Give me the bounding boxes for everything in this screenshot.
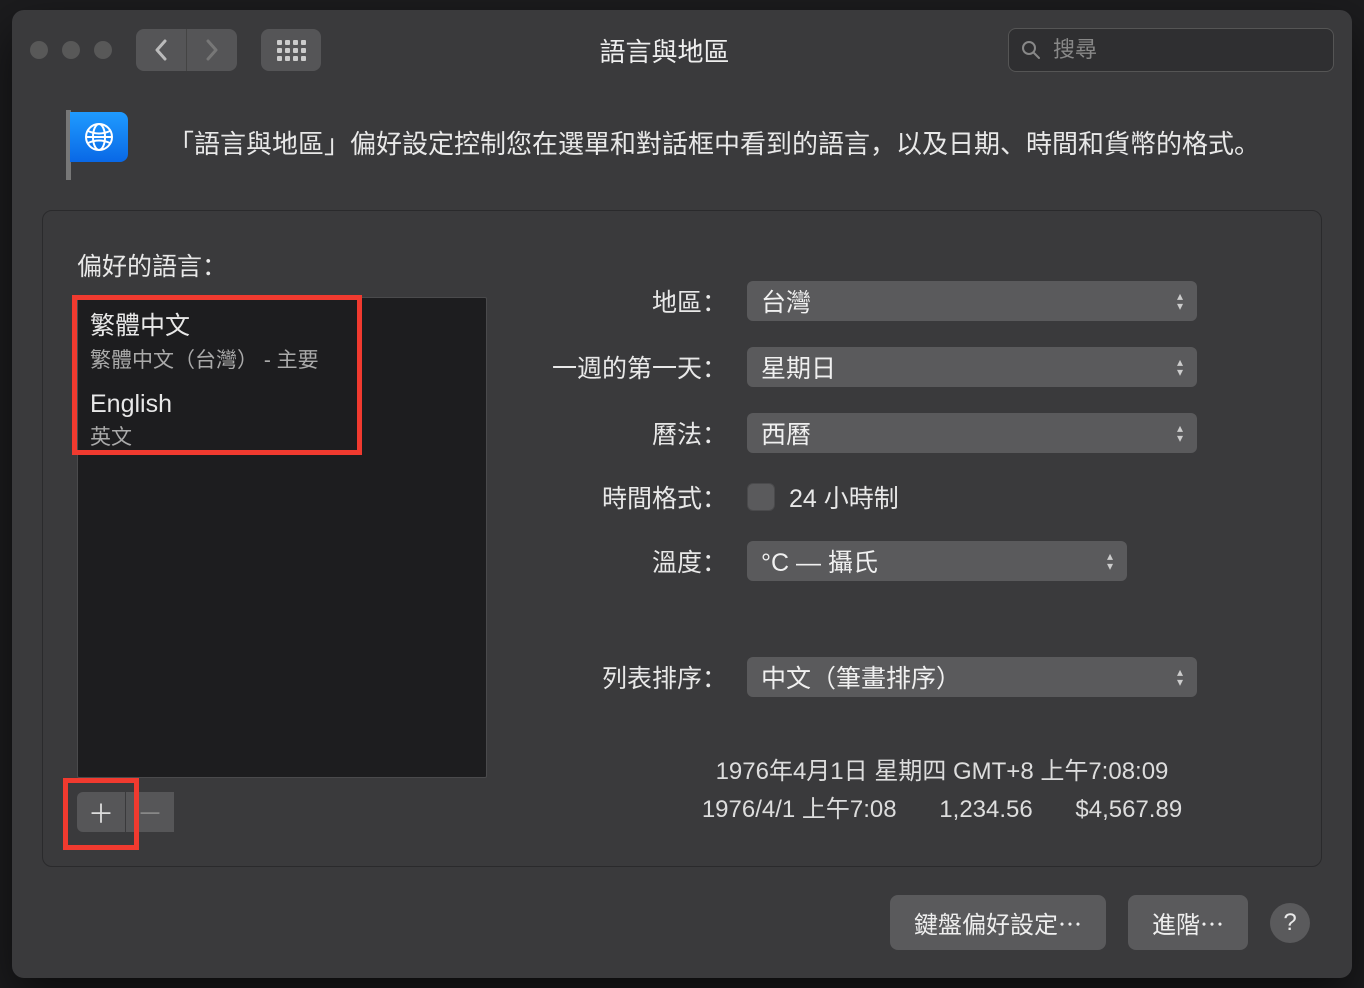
calendar-value: 西曆 — [761, 415, 811, 451]
list-sort-label: 列表排序： — [527, 659, 727, 695]
footer: 鍵盤偏好設定⋯ 進階⋯ ? — [12, 877, 1352, 978]
sample-date-short: 1976/4/1 上午7:08 — [702, 796, 897, 823]
add-language-button[interactable]: ＋ — [77, 792, 126, 832]
region-icon — [60, 110, 140, 180]
intro-text: 「語言與地區」偏好設定控制您在選單和對話框中看到的語言，以及日期、時間和貨幣的格… — [168, 124, 1260, 166]
minus-icon: － — [137, 794, 163, 831]
preferred-languages-section: 偏好的語言： 繁體中文 繁體中文（台灣） - 主要 English 英文 ＋ － — [77, 241, 487, 832]
preferred-languages-label: 偏好的語言： — [77, 247, 487, 283]
preferences-window: 語言與地區 「語言與地區」偏好設定控制您在選單和對話框中看到的語言，以及日期、時… — [12, 10, 1352, 978]
sample-line-1: 1976年4月1日 星期四 GMT+8 上午7:08:09 — [597, 753, 1287, 791]
titlebar: 語言與地區 — [12, 10, 1352, 90]
chevron-updown-icon — [1169, 418, 1191, 448]
list-item[interactable]: English 英文 — [80, 384, 484, 461]
chevron-updown-icon — [1099, 546, 1121, 576]
forward-button[interactable] — [187, 29, 237, 71]
zoom-window-button[interactable] — [94, 41, 112, 59]
first-day-select[interactable]: 星期日 — [747, 347, 1197, 387]
format-sample: 1976年4月1日 星期四 GMT+8 上午7:08:09 1976/4/1 上… — [597, 753, 1287, 830]
plus-icon: ＋ — [88, 794, 114, 831]
region-select[interactable]: 台灣 — [747, 281, 1197, 321]
search-field[interactable] — [1008, 28, 1334, 72]
keyboard-prefs-button[interactable]: 鍵盤偏好設定⋯ — [890, 895, 1106, 950]
language-subtitle: 繁體中文（台灣） - 主要 — [90, 344, 474, 374]
close-window-button[interactable] — [30, 41, 48, 59]
add-remove-group: ＋ － — [77, 792, 487, 832]
show-all-button[interactable] — [261, 29, 321, 71]
language-list[interactable]: 繁體中文 繁體中文（台灣） - 主要 English 英文 — [77, 297, 487, 778]
nav-group — [136, 29, 237, 71]
advanced-button[interactable]: 進階⋯ — [1128, 895, 1248, 950]
temperature-value: °C — 攝氏 — [761, 543, 878, 579]
region-settings: 地區： 台灣 一週的第一天： 星期日 曆法： 西曆 — [527, 241, 1287, 832]
remove-language-button[interactable]: － — [126, 792, 175, 832]
language-title: English — [90, 390, 474, 419]
intro: 「語言與地區」偏好設定控制您在選單和對話框中看到的語言，以及日期、時間和貨幣的格… — [12, 90, 1352, 210]
sample-number: 1,234.56 — [939, 796, 1032, 823]
window-controls — [30, 41, 112, 59]
help-button[interactable]: ? — [1270, 903, 1310, 943]
list-item[interactable]: 繁體中文 繁體中文（台灣） - 主要 — [80, 300, 484, 384]
window-title: 語言與地區 — [335, 32, 994, 69]
first-day-label: 一週的第一天： — [527, 349, 727, 385]
help-icon: ? — [1283, 909, 1296, 937]
sample-currency: $4,567.89 — [1075, 796, 1182, 823]
language-title: 繁體中文 — [90, 306, 474, 342]
search-input[interactable] — [1051, 36, 1343, 64]
list-sort-select[interactable]: 中文（筆畫排序） — [747, 657, 1197, 697]
chevron-updown-icon — [1169, 352, 1191, 382]
region-value: 台灣 — [761, 283, 811, 319]
back-button[interactable] — [136, 29, 187, 71]
time-format-value: 24 小時制 — [789, 479, 899, 515]
grid-icon — [277, 40, 306, 61]
main-panel: 偏好的語言： 繁體中文 繁體中文（台灣） - 主要 English 英文 ＋ － — [42, 210, 1322, 867]
chevron-updown-icon — [1169, 662, 1191, 692]
language-subtitle: 英文 — [90, 421, 474, 451]
calendar-select[interactable]: 西曆 — [747, 413, 1197, 453]
temperature-select[interactable]: °C — 攝氏 — [747, 541, 1127, 581]
minimize-window-button[interactable] — [62, 41, 80, 59]
time-format-checkbox[interactable] — [747, 483, 775, 511]
calendar-label: 曆法： — [527, 415, 727, 451]
first-day-value: 星期日 — [761, 349, 836, 385]
time-format-label: 時間格式： — [527, 479, 727, 515]
search-icon — [1021, 40, 1041, 60]
list-sort-value: 中文（筆畫排序） — [761, 659, 961, 695]
temperature-label: 溫度： — [527, 543, 727, 579]
region-label: 地區： — [527, 283, 727, 319]
chevron-updown-icon — [1169, 286, 1191, 316]
